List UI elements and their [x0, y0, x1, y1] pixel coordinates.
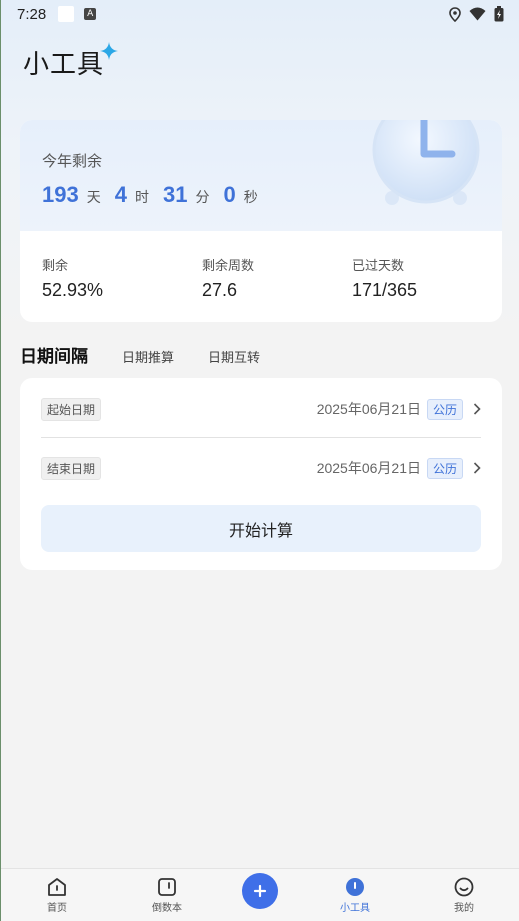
add-button[interactable]: [242, 873, 278, 909]
nav-label: 倒数本: [152, 903, 182, 914]
stat-value: 27.6: [202, 280, 238, 300]
date-interval-card: 起始日期 2025年06月21日 公历 结束日期 2025年06月21日 公历 …: [20, 378, 502, 570]
nav-label: 首页: [47, 903, 67, 914]
wifi-icon: [469, 7, 486, 21]
minutes-value: 31: [162, 182, 188, 207]
stat-remaining-weeks: 剩余周数 27.6: [202, 255, 254, 301]
battery-icon: [494, 6, 504, 22]
start-calculate-button[interactable]: 开始计算: [41, 505, 481, 552]
countdown-book-icon: [158, 878, 176, 896]
stat-value: 52.93%: [42, 280, 104, 300]
nav-profile[interactable]: 我的: [434, 877, 494, 914]
divider: [41, 437, 481, 438]
stat-remaining-percent: 剩余 52.93%: [42, 255, 103, 301]
chevron-right-icon: [473, 403, 481, 415]
hours-unit: 时: [134, 190, 149, 206]
chevron-right-icon: [473, 462, 481, 474]
end-date-value: 2025年06月21日: [316, 460, 421, 476]
start-date-row[interactable]: 起始日期 2025年06月21日 公历: [41, 397, 481, 421]
nav-countdown-book[interactable]: 倒数本: [137, 877, 197, 914]
end-date-row[interactable]: 结束日期 2025年06月21日 公历: [41, 456, 481, 480]
tools-icon: [346, 878, 364, 896]
minutes-unit: 分: [195, 190, 210, 206]
stat-label: 剩余: [42, 259, 69, 274]
end-date-label: 结束日期: [41, 456, 102, 480]
start-date-label: 起始日期: [41, 397, 102, 421]
end-calendar-badge[interactable]: 公历: [426, 457, 463, 479]
stat-value: 171/365: [352, 280, 418, 300]
status-bar: 7:28 A: [1, 0, 519, 28]
year-remaining-card: 今年剩余 193 天 4 时 31 分 0 秒 剩余 52.93% 剩余周数 2…: [20, 120, 502, 322]
status-time: 7:28: [17, 5, 47, 23]
start-date-value: 2025年06月21日: [316, 401, 421, 417]
days-unit: 天: [86, 190, 101, 206]
home-icon: [48, 878, 66, 896]
notification-a-icon: A: [84, 8, 97, 20]
tab-date-calculate[interactable]: 日期推算: [122, 347, 174, 366]
days-value: 193: [42, 182, 79, 207]
nav-label: 我的: [454, 903, 474, 914]
bottom-nav: 首页 倒数本 小工具 我的: [1, 868, 519, 921]
hours-value: 4: [114, 182, 127, 207]
nav-label: 小工具: [340, 903, 370, 914]
countdown-display: 193 天 4 时 31 分 0 秒: [42, 182, 272, 208]
remaining-label: 今年剩余: [42, 152, 103, 170]
add-icon: [253, 884, 267, 898]
notification-square-icon: [58, 6, 75, 22]
clock-icon: [372, 120, 480, 205]
tool-tabs: 日期间隔 日期推算 日期互转: [20, 342, 260, 367]
nav-tools[interactable]: 小工具: [325, 877, 385, 914]
tab-date-interval[interactable]: 日期间隔: [20, 342, 88, 367]
profile-icon: [454, 877, 474, 897]
page-title: 小工具: [23, 50, 105, 80]
stat-label: 剩余周数: [202, 259, 255, 274]
nav-home[interactable]: 首页: [27, 877, 87, 914]
location-icon: [449, 6, 461, 22]
stat-label: 已过天数: [352, 259, 405, 274]
tab-date-convert[interactable]: 日期互转: [208, 347, 260, 366]
seconds-value: 0: [223, 182, 236, 207]
sparkle-icon: [100, 42, 118, 60]
start-calendar-badge[interactable]: 公历: [426, 398, 463, 420]
stat-passed-days: 已过天数 171/365: [352, 255, 417, 301]
seconds-unit: 秒: [243, 190, 258, 206]
